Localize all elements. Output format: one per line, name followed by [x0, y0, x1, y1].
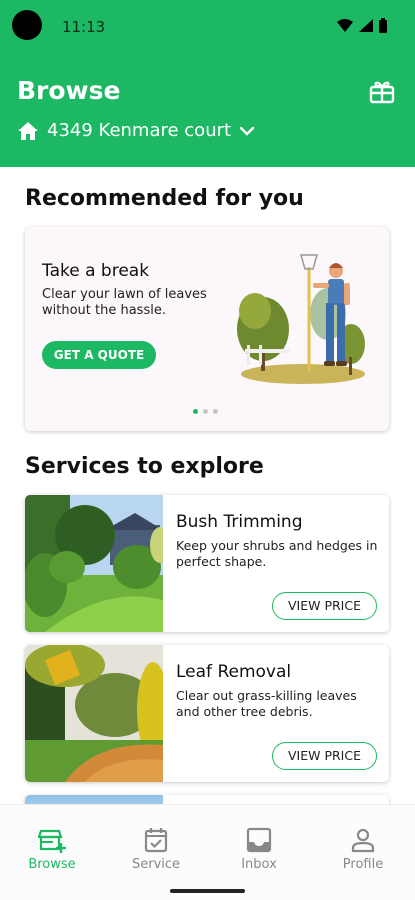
person-icon [351, 828, 375, 853]
home-indicator[interactable] [170, 889, 245, 893]
service-description: Keep your shrubs and hedges in perfect s… [176, 538, 378, 569]
storefront-add-icon [38, 829, 66, 853]
status-bar: 11:13 [0, 0, 415, 56]
carousel-dot-1[interactable] [193, 409, 198, 414]
carousel-dot-2[interactable] [203, 409, 208, 414]
chevron-down-icon [239, 126, 255, 136]
camera-cutout [12, 10, 42, 40]
page-title: Browse [17, 76, 121, 105]
leaf-removal-photo [25, 645, 163, 782]
carousel-indicator[interactable] [193, 409, 218, 414]
battery-icon [379, 18, 387, 33]
services-section-title: Services to explore [25, 454, 264, 479]
wifi-icon [337, 19, 353, 32]
promo-title: Take a break [42, 261, 150, 281]
address-selector[interactable]: 4349 Kenmare court [17, 120, 255, 141]
promo-card[interactable]: Take a break Clear your lawn of leaves w… [25, 227, 389, 431]
inbox-icon [246, 827, 272, 853]
nav-label: Browse [28, 857, 76, 872]
app-header: 11:13 Browse 4349 Kenmare court [0, 0, 415, 167]
nav-browse[interactable]: Browse [7, 827, 97, 872]
service-description: Clear out grass-killing leaves and other… [176, 688, 357, 719]
recommended-section-title: Recommended for you [25, 186, 304, 211]
calendar-check-icon [144, 828, 168, 853]
nav-label: Inbox [241, 857, 277, 872]
nav-profile[interactable]: Profile [318, 827, 408, 872]
address-label: 4349 Kenmare court [47, 120, 232, 141]
promo-subtitle: Clear your lawn of leaves without the ha… [42, 287, 207, 318]
bush-trimming-photo [25, 495, 163, 632]
nav-label: Service [131, 857, 181, 872]
service-title: Bush Trimming [176, 512, 303, 532]
nav-inbox[interactable]: Inbox [214, 827, 304, 872]
nav-label: Profile [342, 857, 384, 872]
bottom-navigation: Browse Service Inbox Profile [0, 804, 415, 900]
service-card-leaf-removal[interactable]: Leaf Removal Clear out grass-killing lea… [25, 645, 389, 782]
nav-service[interactable]: Service [111, 827, 201, 872]
get-a-quote-button[interactable]: GET A QUOTE [42, 341, 156, 369]
signal-icon [359, 19, 373, 32]
status-time: 11:13 [62, 18, 106, 36]
carousel-dot-3[interactable] [213, 409, 218, 414]
gift-icon[interactable] [369, 78, 395, 104]
view-price-button[interactable]: VIEW PRICE [272, 742, 377, 770]
gardener-illustration [237, 254, 365, 384]
view-price-button[interactable]: VIEW PRICE [272, 592, 377, 620]
home-icon [18, 121, 38, 140]
service-card-bush-trimming[interactable]: Bush Trimming Keep your shrubs and hedge… [25, 495, 389, 632]
service-title: Leaf Removal [176, 662, 292, 682]
status-icons [337, 18, 387, 33]
